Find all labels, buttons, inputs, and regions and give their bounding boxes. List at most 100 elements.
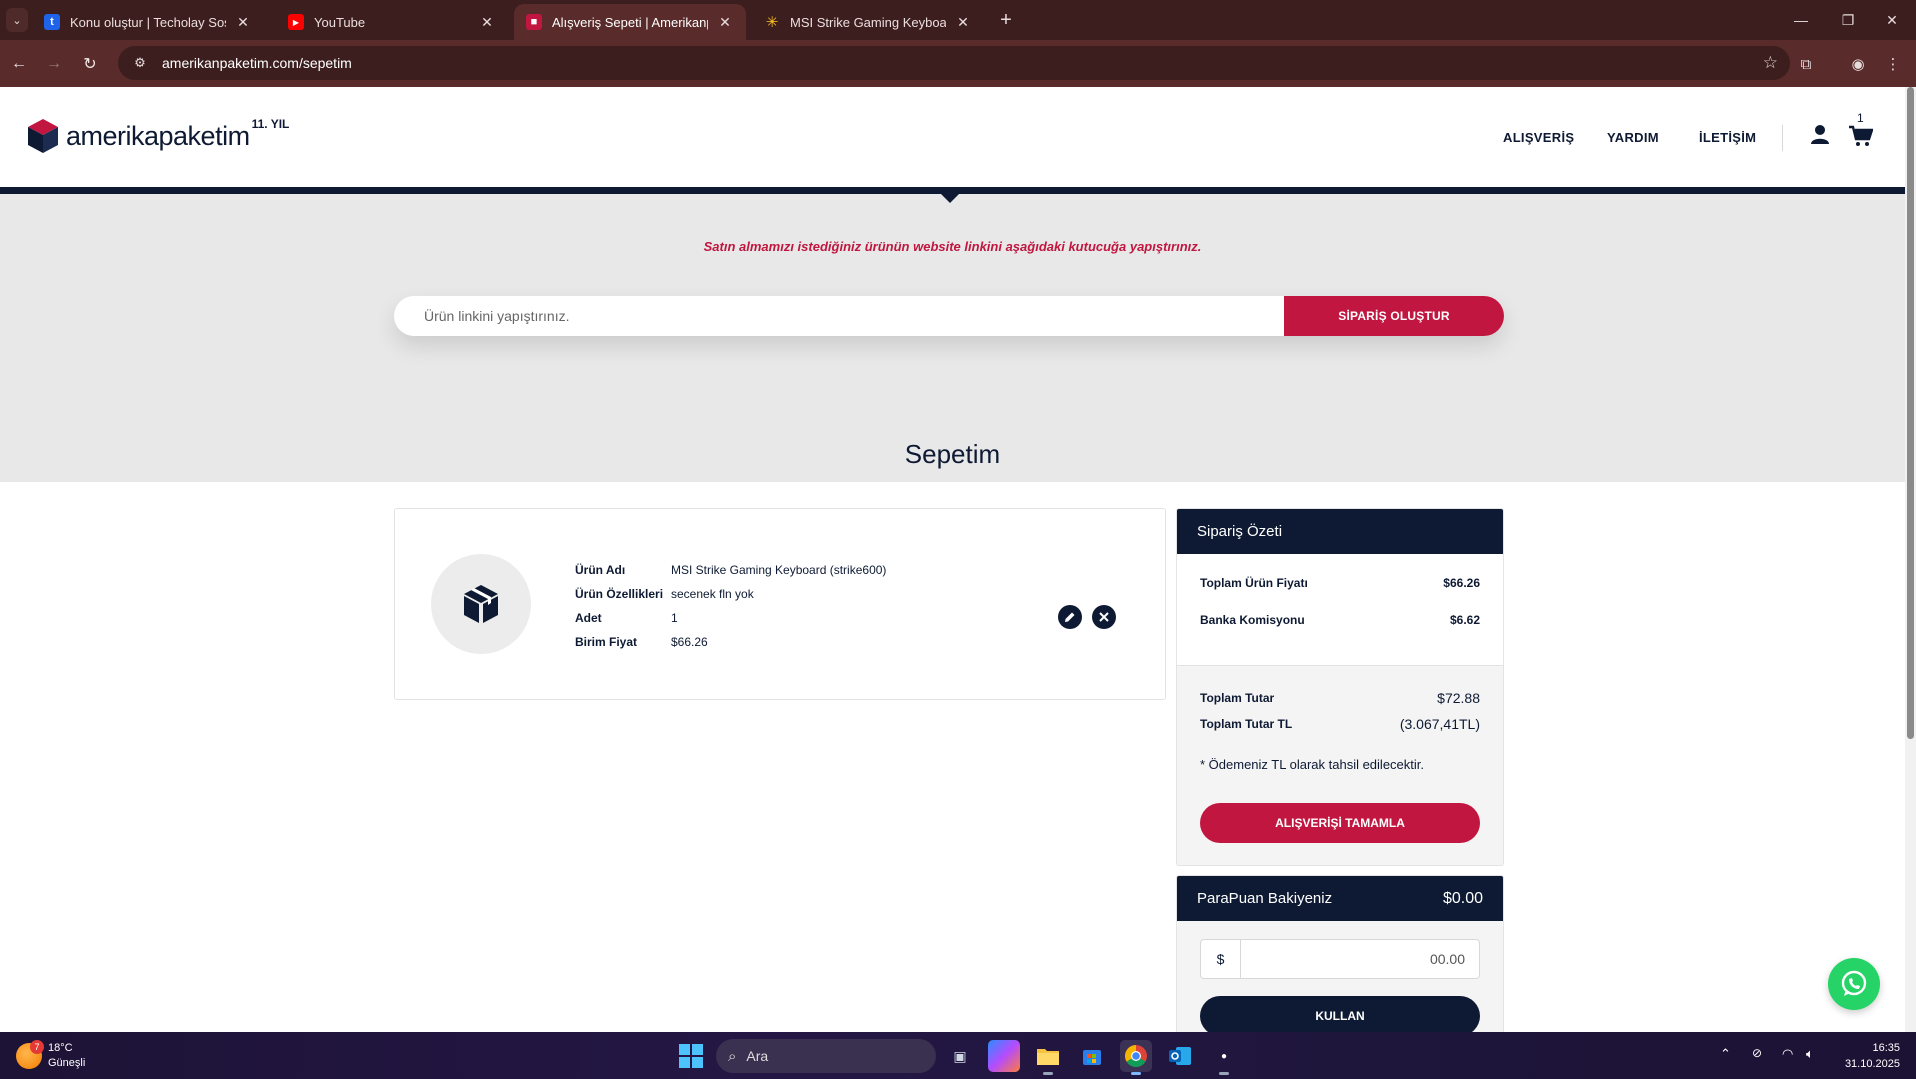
tab-walmart[interactable]: ✳ MSI Strike Gaming Keyboard (strike600)… xyxy=(752,4,984,40)
back-button[interactable]: ← xyxy=(6,52,32,76)
browser-tab-bar: ⌄ t Konu oluştur | Techolay Sosyal ✕ ▶ Y… xyxy=(0,0,1916,40)
item-unit-price: $66.26 xyxy=(671,635,708,649)
item-name: MSI Strike Gaming Keyboard (strike600) xyxy=(671,563,887,577)
product-total-label: Toplam Ürün Fiyatı xyxy=(1200,576,1308,590)
header-pointer xyxy=(941,194,959,203)
brand-name: amerikapaketim xyxy=(66,120,250,151)
bank-fee-value: $6.62 xyxy=(1449,613,1480,627)
network-off-icon[interactable]: ⊘ xyxy=(1752,1046,1762,1060)
header-strip xyxy=(0,187,1905,194)
close-tab-icon[interactable]: ✕ xyxy=(234,13,252,31)
address-bar[interactable]: ⚙ amerikanpaketim.com/sepetim ☆ xyxy=(118,46,1790,80)
item-features: secenek fln yok xyxy=(671,587,754,601)
create-order-button[interactable]: SİPARİŞ OLUŞTUR xyxy=(1284,296,1504,336)
close-tab-icon[interactable]: ✕ xyxy=(716,13,734,31)
volume-icon[interactable]: 🔈︎ xyxy=(1806,1046,1814,1062)
browser-menu-icon[interactable]: ⋮ xyxy=(1880,52,1906,76)
nav-alisveris[interactable]: ALIŞVERİŞ xyxy=(1503,130,1574,145)
product-total-value: $66.26 xyxy=(1443,576,1480,590)
microsoft-store-icon[interactable] xyxy=(1076,1040,1108,1072)
hero-hint-text: Satın almamızı istediğiniz ürünün websit… xyxy=(703,239,1202,254)
outlook-logo-icon xyxy=(1169,1047,1191,1065)
nav-yardim[interactable]: YARDIM xyxy=(1607,130,1659,145)
show-hidden-icons[interactable]: ⌃ xyxy=(1720,1046,1731,1062)
tab-youtube[interactable]: ▶ YouTube ✕ xyxy=(276,4,508,40)
tab-techolay[interactable]: t Konu oluştur | Techolay Sosyal ✕ xyxy=(32,4,264,40)
site-logo[interactable]: amerikapaketim 11. YIL xyxy=(26,117,289,155)
cart-count-badge: 1 xyxy=(1857,111,1864,125)
tab-title: YouTube xyxy=(314,14,366,30)
page-scrollbar[interactable] xyxy=(1905,87,1916,1032)
item-details: Ürün Adı MSI Strike Gaming Keyboard (str… xyxy=(575,558,886,654)
total-row: Toplam Tutar $72.88 xyxy=(1200,690,1480,706)
bookmark-star-icon[interactable]: ☆ xyxy=(1763,53,1778,73)
weather-widget[interactable]: 7 18°C Güneşli xyxy=(16,1040,85,1071)
outlook-icon[interactable] xyxy=(1164,1040,1196,1072)
use-parapuan-button[interactable]: KULLAN xyxy=(1200,996,1480,1032)
parapuan-balance: $0.00 xyxy=(1442,889,1483,907)
taskbar-search[interactable]: ⌕ Ara xyxy=(716,1039,936,1073)
package-icon xyxy=(464,585,498,623)
tab-title: MSI Strike Gaming Keyboard (strike600) xyxy=(790,14,946,30)
nav-iletisim[interactable]: İLETİŞİM xyxy=(1699,130,1756,145)
parapuan-panel: ParaPuan Bakiyeniz $0.00 $ 00.00 KULLAN xyxy=(1176,875,1504,1032)
start-button[interactable] xyxy=(679,1044,703,1068)
field-label: Birim Fiyat xyxy=(575,635,638,649)
close-tab-icon[interactable]: ✕ xyxy=(478,13,496,31)
running-indicator xyxy=(1131,1072,1141,1075)
running-indicator xyxy=(1043,1072,1053,1075)
tab-amerikapaketim[interactable]: ■ Alışveriş Sepeti | Amerikanpaketim ✕ xyxy=(514,4,746,40)
youtube-icon: ▶ xyxy=(288,14,304,30)
site-header: amerikapaketim 11. YIL ALIŞVERİŞ YARDIM … xyxy=(0,87,1905,187)
chrome-logo-icon xyxy=(1125,1045,1147,1067)
parapuan-amount-input[interactable]: 00.00 xyxy=(1241,951,1479,967)
site-settings-icon[interactable]: ⚙ xyxy=(126,55,154,71)
scrollbar-thumb[interactable] xyxy=(1907,87,1914,739)
chrome-icon[interactable] xyxy=(1120,1040,1152,1075)
payment-note: * Ödemeniz TL olarak tahsil edilecektir. xyxy=(1200,757,1424,772)
edit-item-button[interactable] xyxy=(1058,605,1082,629)
minimize-button[interactable]: — xyxy=(1781,6,1821,34)
new-tab-button[interactable]: + xyxy=(993,8,1019,32)
cart-item-card: Ürün Adı MSI Strike Gaming Keyboard (str… xyxy=(394,508,1166,700)
remove-item-button[interactable] xyxy=(1092,605,1116,629)
file-explorer-icon[interactable] xyxy=(1032,1040,1064,1075)
total-tl-value: (3.067,41TL) xyxy=(1399,716,1480,732)
years-badge: 11. YIL xyxy=(251,117,290,131)
tab-title: Konu oluştur | Techolay Sosyal xyxy=(70,14,226,30)
cart-icon[interactable] xyxy=(1849,125,1873,147)
product-total-row: Toplam Ürün Fiyatı $66.26 xyxy=(1200,576,1480,590)
close-tab-icon[interactable]: ✕ xyxy=(954,13,972,31)
product-link-form: SİPARİŞ OLUŞTUR xyxy=(394,296,1504,336)
walmart-icon: ✳ xyxy=(765,14,779,31)
complete-purchase-button[interactable]: ALIŞVERİŞİ TAMAMLA xyxy=(1200,803,1480,843)
techolay-favicon-icon: t xyxy=(44,14,60,30)
total-tl-row: Toplam Tutar TL (3.067,41TL) xyxy=(1200,716,1480,732)
whatsapp-chat-button[interactable] xyxy=(1828,958,1880,1010)
system-clock[interactable]: 16:35 31.10.2025 xyxy=(1836,1040,1900,1072)
parapuan-amount-field[interactable]: $ 00.00 xyxy=(1200,939,1480,979)
reload-button[interactable]: ↻ xyxy=(77,52,103,76)
extensions-icon[interactable]: ⧉ xyxy=(1793,52,1819,76)
product-link-input[interactable] xyxy=(394,296,1284,336)
close-window-button[interactable]: ✕ xyxy=(1872,6,1912,34)
item-name-row: Ürün Adı MSI Strike Gaming Keyboard (str… xyxy=(575,558,886,582)
logo-cube-icon xyxy=(28,119,58,153)
user-icon[interactable] xyxy=(1810,123,1830,145)
parapuan-header: ParaPuan Bakiyeniz $0.00 xyxy=(1177,876,1503,921)
bank-fee-row: Banka Komisyonu $6.62 xyxy=(1200,613,1480,627)
forward-button[interactable]: → xyxy=(41,52,67,76)
temperature: 18°C xyxy=(48,1042,73,1054)
summary-lines: Toplam Ürün Fiyatı $66.26 Banka Komisyon… xyxy=(1177,554,1503,666)
app-icon[interactable]: ● xyxy=(1208,1040,1240,1075)
restore-button[interactable]: ❐ xyxy=(1828,6,1868,34)
profile-icon[interactable]: ◉ xyxy=(1845,52,1871,76)
url-text[interactable]: amerikanpaketim.com/sepetim xyxy=(162,55,352,71)
m365-copilot-icon[interactable] xyxy=(988,1040,1020,1072)
field-label: Adet xyxy=(575,611,602,625)
whatsapp-icon xyxy=(1841,970,1867,996)
tab-search-button[interactable]: ⌄ xyxy=(6,8,28,32)
wifi-icon[interactable]: ◠ xyxy=(1782,1046,1793,1062)
task-view-icon[interactable]: ▣ xyxy=(944,1040,976,1072)
total-tl-label: Toplam Tutar TL xyxy=(1200,717,1293,731)
